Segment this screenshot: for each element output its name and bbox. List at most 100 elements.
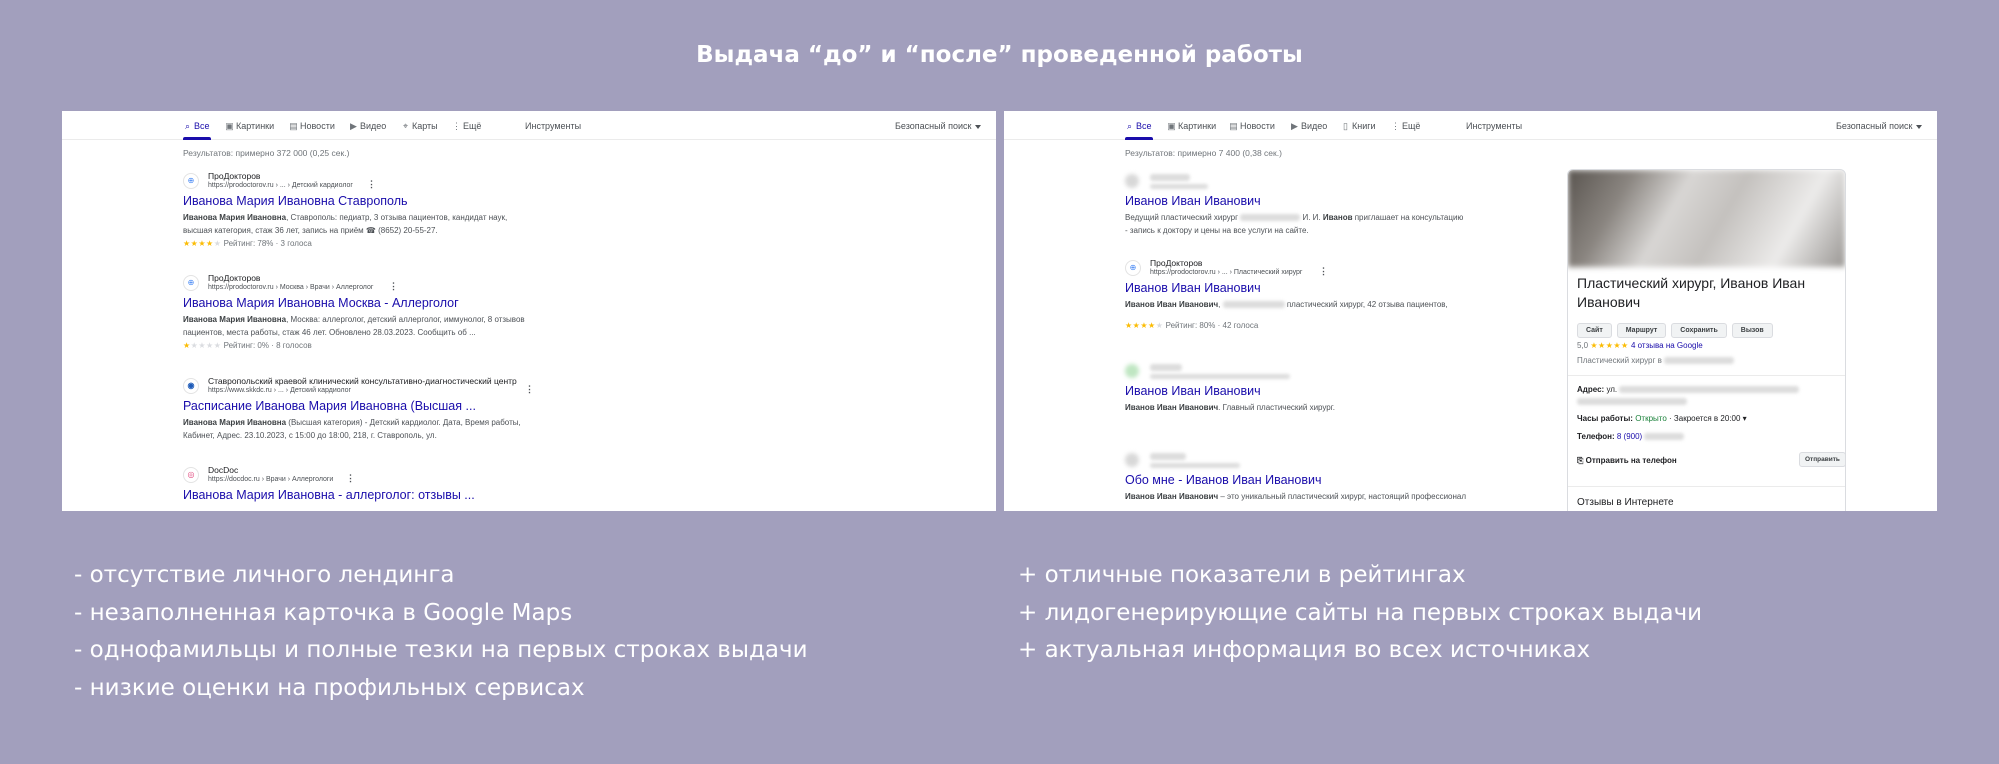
- result-title-link[interactable]: Иванова Мария Ивановна - аллерголог: отз…: [183, 488, 603, 502]
- result-source[interactable]: ⊕ ПроДокторов https://prodoctorov.ru › М…: [183, 273, 603, 295]
- tab-images[interactable]: ▣ Картинки: [225, 121, 274, 132]
- result-source[interactable]: [1125, 361, 1525, 383]
- tab-all[interactable]: ⌕ Все: [183, 121, 210, 132]
- list-item: - незаполненная карточка в Google Maps: [74, 599, 573, 626]
- result-url: https://prodoctorov.ru › Москва › Врачи …: [208, 284, 374, 291]
- result-title-link[interactable]: Обо мне - Иванов Иван Иванович: [1125, 473, 1525, 487]
- docdoc-favicon-icon: ◎: [183, 467, 199, 483]
- star-rating-icon: ★★★★: [183, 239, 214, 248]
- tools-button[interactable]: Инструменты: [1466, 121, 1522, 131]
- result-url: https://docdoc.ru › Врачи › Аллергологи: [208, 476, 334, 483]
- call-button[interactable]: Вызов: [1731, 323, 1773, 338]
- result-title-link[interactable]: Иванова Мария Ивановна Ставрополь: [183, 194, 603, 208]
- tab-more[interactable]: ⋮ Ещё: [1391, 121, 1420, 132]
- more-options-icon[interactable]: ⋮: [389, 282, 398, 291]
- search-result: ⊕ ПроДокторов https://prodoctorov.ru › М…: [183, 273, 603, 352]
- tab-video[interactable]: ▶ Видео: [349, 121, 386, 132]
- result-source[interactable]: [1125, 171, 1525, 193]
- news-icon: ▤: [289, 121, 298, 131]
- tab-books[interactable]: ▯ Книги: [1341, 121, 1376, 132]
- result-site-name: ПроДокторов: [208, 171, 261, 181]
- list-item: + лидогенерирующие сайты на первых строк…: [1018, 599, 1703, 626]
- blurred-site-url: [1150, 463, 1240, 468]
- active-tab-indicator: [1125, 137, 1153, 140]
- panel-actions: Сайт Маршрут Сохранить Вызов: [1577, 319, 1778, 338]
- result-snippet: Иванова Мария Ивановна, Ставрополь: педи…: [183, 213, 508, 235]
- knowledge-panel: Пластический хирург, Иванов Иван Иванови…: [1567, 169, 1846, 511]
- panel-phone: Телефон: 8 (900): [1577, 431, 1685, 443]
- results-stats: Результатов: примерно 7 400 (0,38 сек.): [1125, 148, 1282, 158]
- send-button[interactable]: Отправить: [1799, 452, 1845, 467]
- reviews-link[interactable]: 4 отзыва на Google: [1631, 341, 1703, 350]
- video-icon: ▶: [350, 121, 357, 131]
- result-source[interactable]: ⊕ ПроДокторов https://prodoctorov.ru › .…: [1125, 258, 1545, 280]
- result-source[interactable]: ◎ DocDoc https://docdoc.ru › Врачи › Алл…: [183, 465, 603, 487]
- more-options-icon[interactable]: ⋮: [525, 385, 534, 394]
- panel-address: Адрес: ул.: [1577, 384, 1800, 396]
- result-title-link[interactable]: Иванов Иван Иванович: [1125, 281, 1545, 295]
- image-icon: ▣: [1167, 121, 1176, 131]
- result-site-name: Ставропольский краевой клинический консу…: [208, 376, 517, 386]
- more-vert-icon: ⋮: [1391, 121, 1400, 131]
- panel-title: Пластический хирург, Иванов Иван Иванови…: [1577, 275, 1806, 310]
- result-source[interactable]: [1125, 450, 1525, 472]
- star-rating-icon: ★★★★: [1125, 321, 1156, 330]
- caret-down-icon: [1916, 124, 1923, 129]
- panel-hours[interactable]: Часы работы: Открыто · Закроется в 20:00…: [1577, 413, 1747, 425]
- result-url: https://prodoctorov.ru › ... › Детский к…: [208, 182, 353, 189]
- before-screenshot: ⌕ Все ▣ Картинки ▤ Новости ▶ Видео ⌖ Карты ⋮ Е…: [62, 111, 996, 511]
- prodoctorov-favicon-icon: ⊕: [183, 275, 199, 291]
- send-to-phone-icon: ⎘: [1577, 456, 1584, 465]
- list-item: + актуальная информация во всех источник…: [1018, 637, 1591, 663]
- tab-more[interactable]: ⋮ Ещё: [452, 121, 481, 132]
- caret-down-icon: [975, 124, 982, 129]
- result-rating: ★★★★★ Рейтинг: 0% · 8 голосов: [183, 341, 312, 350]
- list-item: - однофамильцы и полные тезки на первых …: [74, 637, 808, 663]
- search-result: ⊕ ПроДокторов https://prodoctorov.ru › .…: [1125, 258, 1545, 332]
- tab-all[interactable]: ⌕ Все: [1125, 121, 1152, 132]
- star-rating-icon: ★: [183, 341, 191, 350]
- result-source[interactable]: ◉ Ставропольский краевой клинический кон…: [183, 376, 603, 398]
- prodoctorov-favicon-icon: ⊕: [183, 173, 199, 189]
- divider: [1568, 375, 1845, 376]
- online-reviews-heading: Отзывы в Интернете: [1577, 497, 1674, 508]
- result-source[interactable]: ⊕ ПроДокторов https://prodoctorov.ru › .…: [183, 171, 603, 193]
- blurred-site-name: [1150, 364, 1182, 371]
- tools-button[interactable]: Инструменты: [525, 121, 581, 131]
- video-icon: ▶: [1291, 121, 1298, 131]
- list-item: - отсутствие личного лендинга: [74, 562, 455, 588]
- more-vert-icon: ⋮: [452, 121, 461, 131]
- search-result: ◎ DocDoc https://docdoc.ru › Врачи › Алл…: [183, 465, 603, 502]
- result-title-link[interactable]: Иванова Мария Ивановна Москва - Аллергол…: [183, 296, 603, 310]
- tab-images[interactable]: ▣ Картинки: [1167, 121, 1216, 132]
- tab-news[interactable]: ▤ Новости: [1229, 121, 1275, 132]
- more-options-icon[interactable]: ⋮: [367, 180, 376, 189]
- search-icon: ⌕: [1126, 121, 1133, 131]
- search-tabs: ⌕ Все ▣ Картинки ▤ Новости ▶ Видео ⌖ Карты ⋮ Е…: [62, 111, 996, 140]
- more-options-icon[interactable]: ⋮: [1319, 267, 1328, 276]
- website-button[interactable]: Сайт: [1577, 323, 1612, 338]
- safe-search-toggle[interactable]: Безопасный поиск: [1836, 121, 1923, 131]
- search-result: ⊕ ПроДокторов https://prodoctorov.ru › .…: [183, 171, 603, 250]
- profile-photo[interactable]: [1568, 170, 1845, 267]
- more-options-icon[interactable]: ⋮: [346, 474, 355, 483]
- result-url: https://www.skkdc.ru › ... › Детский кар…: [208, 387, 352, 394]
- tab-news[interactable]: ▤ Новости: [289, 121, 335, 132]
- page-title: Выдача “до” и “после” проведенной работы: [696, 42, 1303, 68]
- save-button[interactable]: Сохранить: [1671, 323, 1727, 338]
- blurred-site-url: [1150, 374, 1290, 379]
- results-stats: Результатов: примерно 372 000 (0,25 сек.…: [183, 148, 350, 158]
- phone-link[interactable]: 8 (900): [1617, 432, 1642, 441]
- tab-maps[interactable]: ⌖ Карты: [401, 121, 438, 132]
- list-item: - низкие оценки на профильных сервисах: [74, 674, 585, 701]
- blurred-favicon-icon: [1125, 174, 1139, 188]
- tab-video[interactable]: ▶ Видео: [1290, 121, 1327, 132]
- directions-button[interactable]: Маршрут: [1616, 323, 1667, 338]
- result-url: https://prodoctorov.ru › ... › Пластичес…: [1150, 269, 1303, 276]
- result-title-link[interactable]: Расписание Иванова Мария Ивановна (Высша…: [183, 399, 603, 413]
- safe-search-toggle[interactable]: Безопасный поиск: [895, 121, 982, 131]
- news-icon: ▤: [1229, 121, 1238, 131]
- result-title-link[interactable]: Иванов Иван Иванович: [1125, 194, 1525, 208]
- list-item: + отличные показатели в рейтингах: [1018, 562, 1466, 588]
- result-title-link[interactable]: Иванов Иван Иванович: [1125, 384, 1525, 398]
